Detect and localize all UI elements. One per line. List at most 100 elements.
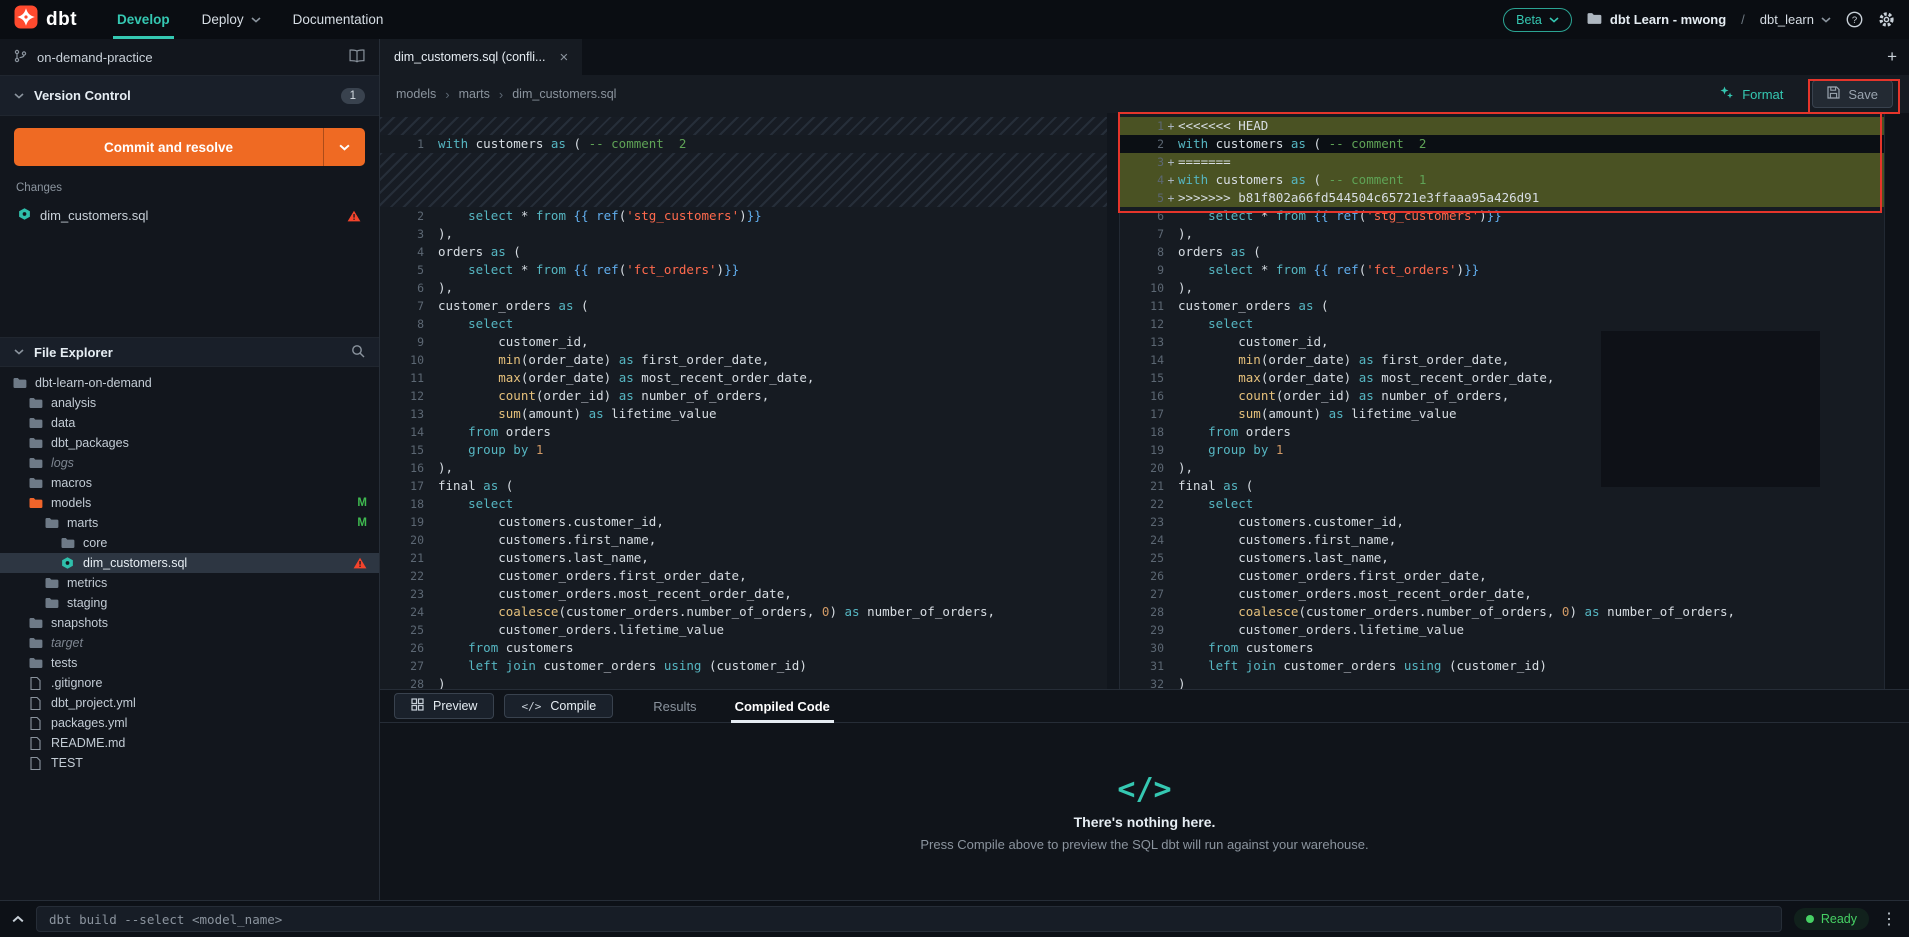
commit-dropdown-button[interactable] — [323, 128, 365, 166]
tree-item-packages.yml[interactable]: packages.yml — [0, 713, 379, 733]
left-pane-scrollbar[interactable] — [1107, 113, 1119, 689]
tree-item-TEST[interactable]: TEST — [0, 753, 379, 773]
line-number: 21 — [380, 549, 424, 567]
tree-item-label: dbt_packages — [51, 436, 129, 450]
tree-item-dbt_packages[interactable]: dbt_packages — [0, 433, 379, 453]
branch-selector[interactable]: on-demand-practice — [0, 39, 379, 76]
format-button[interactable]: Format — [1719, 85, 1783, 103]
search-icon[interactable] — [351, 344, 365, 361]
tab-dim_customers[interactable]: dim_customers.sql (confli... × — [380, 39, 582, 75]
tab-results[interactable]: Results — [649, 690, 700, 723]
file-icon — [28, 697, 43, 710]
code-line-11: 11 max(order_date) as most_recent_order_… — [380, 369, 1119, 387]
tree-item-.gitignore[interactable]: .gitignore — [0, 673, 379, 693]
close-icon[interactable]: × — [559, 49, 568, 66]
code-line-13: 13 sum(amount) as lifetime_value — [380, 405, 1119, 423]
code-text: ), — [1178, 225, 1193, 243]
code-line-19: 19 group by 1 — [1120, 441, 1884, 459]
code-text: left join customer_orders using (custome… — [1178, 657, 1547, 675]
line-number: 24 — [380, 603, 424, 621]
editor-right-rail[interactable] — [1884, 113, 1909, 689]
editor-pane-right[interactable]: 1+<<<<<<< HEAD2with customers as ( -- co… — [1120, 113, 1884, 689]
tree-item-core[interactable]: core — [0, 533, 379, 553]
code-text: with customers as ( -- comment 2 — [1178, 135, 1426, 153]
tree-item-analysis[interactable]: analysis — [0, 393, 379, 413]
kebab-menu-icon[interactable]: ⋮ — [1881, 909, 1897, 929]
tree-item-macros[interactable]: macros — [0, 473, 379, 493]
compile-button[interactable]: </> Compile — [504, 694, 613, 718]
line-number: 4 — [1120, 171, 1164, 189]
folder-icon — [28, 437, 43, 449]
file-explorer-title: File Explorer — [34, 345, 113, 360]
version-control-header[interactable]: Version Control 1 — [0, 76, 379, 116]
tree-item-metrics[interactable]: metrics — [0, 573, 379, 593]
code-line-28: 28 coalesce(customer_orders.number_of_or… — [1120, 603, 1884, 621]
gear-icon[interactable] — [1878, 11, 1895, 28]
code-text: select * from {{ ref('fct_orders')}} — [1178, 261, 1479, 279]
tree-item-README.md[interactable]: README.md — [0, 733, 379, 753]
commit-and-resolve-button[interactable]: Commit and resolve — [14, 128, 365, 166]
code-line-27: 27 customer_orders.most_recent_order_dat… — [1120, 585, 1884, 603]
dbt-logo[interactable]: dbt — [14, 5, 77, 34]
file-icon — [28, 717, 43, 730]
code-line-7: 7), — [1120, 225, 1884, 243]
save-button[interactable]: Save — [1812, 80, 1893, 108]
diff-add-marker: + — [1164, 189, 1178, 207]
tree-item-tests[interactable]: tests — [0, 653, 379, 673]
tree-item-models[interactable]: modelsM — [0, 493, 379, 513]
code-text: select * from {{ ref('fct_orders')}} — [438, 261, 739, 279]
diff-add-marker — [424, 495, 438, 513]
code-line-22: 22 customer_orders.first_order_date, — [380, 567, 1119, 585]
command-input[interactable] — [36, 906, 1782, 932]
line-number: 2 — [380, 207, 424, 225]
code-line-26: 26 customer_orders.first_order_date, — [1120, 567, 1884, 585]
chevron-up-icon[interactable] — [12, 915, 24, 923]
preview-button[interactable]: Preview — [394, 693, 494, 719]
beta-badge[interactable]: Beta — [1503, 8, 1572, 32]
tree-item-logs[interactable]: logs — [0, 453, 379, 473]
diff-add-marker — [1164, 261, 1178, 279]
docs-book-icon[interactable] — [349, 49, 365, 66]
code-line-27: 27 left join customer_orders using (cust… — [380, 657, 1119, 675]
tree-item-data[interactable]: data — [0, 413, 379, 433]
environment-selector[interactable]: dbt_learn — [1760, 12, 1831, 27]
chevron-down-icon — [14, 93, 24, 99]
sidebar: on-demand-practice Version Control 1 Com… — [0, 39, 380, 900]
warning-icon — [347, 210, 361, 222]
commit-button-label[interactable]: Commit and resolve — [14, 128, 323, 166]
code-line-8: 8orders as ( — [1120, 243, 1884, 261]
changed-file-dim_customers[interactable]: dim_customers.sql — [14, 202, 365, 229]
code-line-25: 25 customers.last_name, — [1120, 549, 1884, 567]
nav-develop[interactable]: Develop — [101, 0, 186, 39]
folder-icon — [44, 597, 59, 609]
tree-item-dbt_project.yml[interactable]: dbt_project.yml — [0, 693, 379, 713]
nav-deploy[interactable]: Deploy — [186, 0, 277, 39]
line-number: 20 — [1120, 459, 1164, 477]
tree-item-staging[interactable]: staging — [0, 593, 379, 613]
tab-compiled-code[interactable]: Compiled Code — [731, 690, 834, 723]
editor-pane-left[interactable]: 1with customers as ( -- comment 22 selec… — [380, 113, 1120, 689]
nav-documentation[interactable]: Documentation — [277, 0, 400, 39]
project-selector[interactable]: dbt Learn - mwong — [1587, 12, 1726, 28]
tree-item-snapshots[interactable]: snapshots — [0, 613, 379, 633]
line-number: 13 — [380, 405, 424, 423]
diff-add-marker — [1164, 297, 1178, 315]
help-icon[interactable]: ? — [1846, 11, 1863, 28]
file-explorer-header[interactable]: File Explorer — [0, 337, 379, 367]
code-text: customers.last_name, — [1178, 549, 1389, 567]
tree-item-dbt-learn-on-demand[interactable]: dbt-learn-on-demand — [0, 373, 379, 393]
line-number: 31 — [1120, 657, 1164, 675]
new-tab-button[interactable]: + — [1887, 47, 1897, 67]
diff-add-marker — [424, 531, 438, 549]
tree-item-dim_customers.sql[interactable]: dim_customers.sql — [0, 553, 379, 573]
tree-item-target[interactable]: target — [0, 633, 379, 653]
folder-icon — [44, 517, 59, 529]
tree-item-marts[interactable]: martsM — [0, 513, 379, 533]
tree-item-label: TEST — [51, 756, 83, 770]
nav-develop-label: Develop — [117, 12, 170, 27]
diff-add-marker — [424, 441, 438, 459]
preview-label: Preview — [433, 699, 477, 713]
diff-gap — [380, 153, 1119, 207]
diff-add-marker: + — [1164, 117, 1178, 135]
code-line-6: 6), — [380, 279, 1119, 297]
